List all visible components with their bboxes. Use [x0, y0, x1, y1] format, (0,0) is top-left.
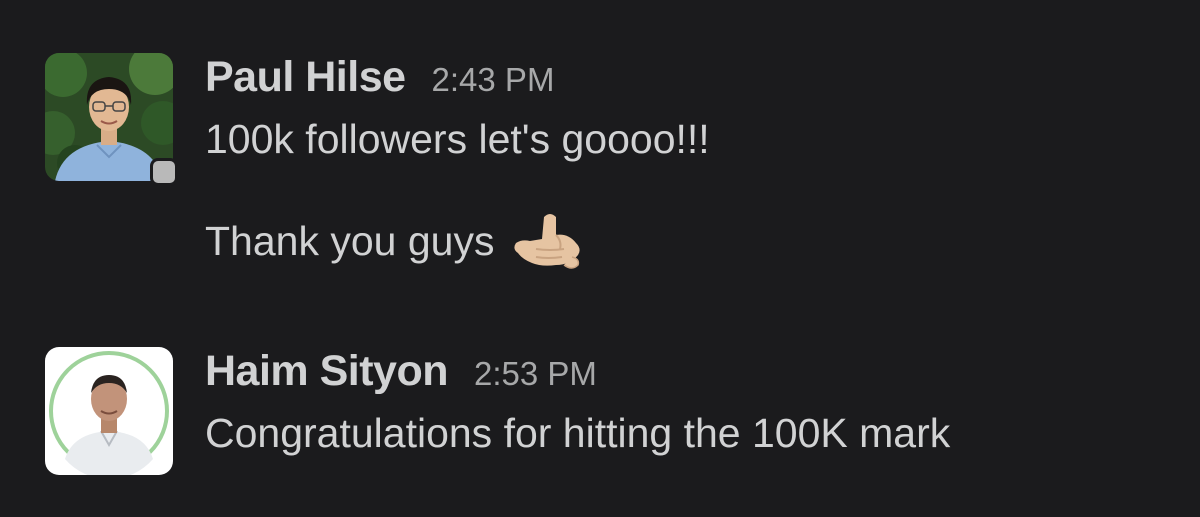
message-header: Paul Hilse 2:43 PM [205, 53, 710, 111]
presence-indicator [150, 158, 178, 186]
call-me-hand-emoji-icon[interactable] [506, 209, 588, 271]
message-item[interactable]: Haim Sityon 2:53 PM Congratulations for … [45, 347, 950, 475]
message-content: Paul Hilse 2:43 PM 100k followers let's … [205, 53, 710, 271]
avatar[interactable] [45, 347, 173, 475]
message-text-line: Congratulations for hitting the 100K mar… [205, 410, 951, 456]
message-content: Haim Sityon 2:53 PM Congratulations for … [205, 347, 950, 475]
message-text-line: 100k followers let's goooo!!! [205, 116, 710, 162]
message-text-line: Thank you guys [205, 213, 710, 271]
avatar-container[interactable] [45, 347, 173, 475]
message-timestamp[interactable]: 2:43 PM [432, 61, 555, 99]
author-name[interactable]: Haim Sityon [205, 347, 449, 396]
author-name[interactable]: Paul Hilse [205, 53, 406, 102]
message-text: Thank you guys [205, 218, 495, 264]
away-status-icon [153, 161, 175, 183]
message-item[interactable]: Paul Hilse 2:43 PM 100k followers let's … [45, 53, 710, 271]
message-timestamp[interactable]: 2:53 PM [474, 355, 597, 393]
message-header: Haim Sityon 2:53 PM [205, 347, 950, 405]
avatar-container[interactable] [45, 53, 178, 186]
